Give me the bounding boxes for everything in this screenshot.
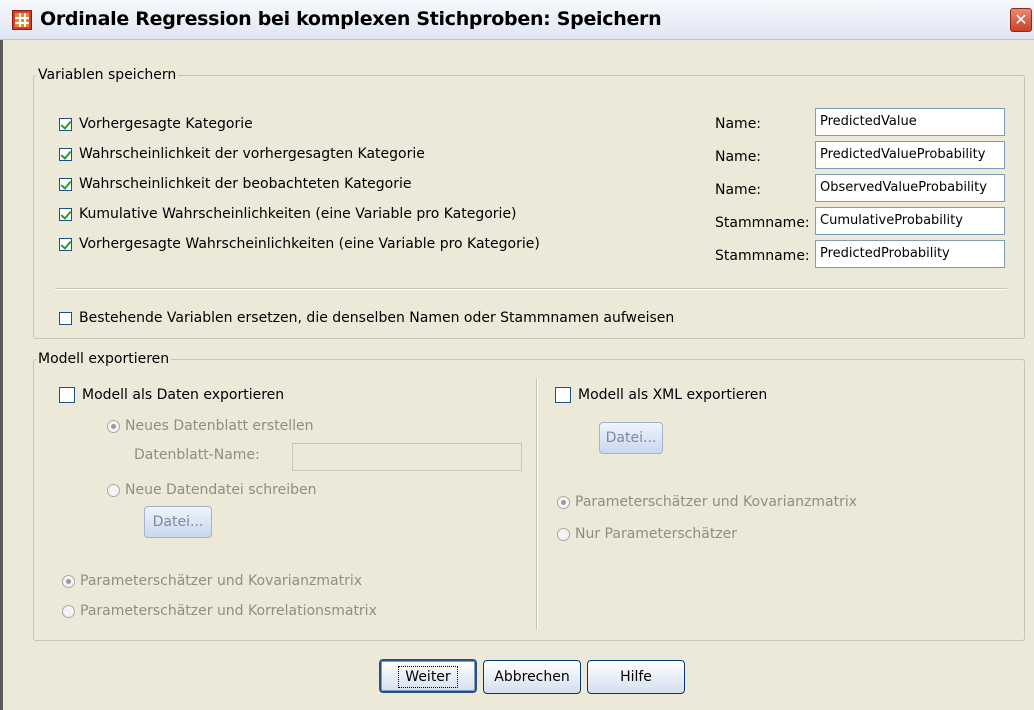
checkbox-checked-icon[interactable] [59, 237, 72, 251]
predicted-probabilities-label: Vorhergesagte Wahrscheinlichkeiten (eine… [79, 236, 540, 252]
radio-unselected-icon[interactable] [557, 527, 570, 541]
checkbox-checked-icon[interactable] [59, 117, 72, 131]
replace-existing-label: Bestehende Variablen ersetzen, die dense… [79, 310, 675, 326]
radio-xml-cov-matrix[interactable]: Parameterschätzer und Kovarianzmatrix [557, 494, 857, 510]
divider [55, 288, 1007, 290]
dataset-name-field[interactable] [292, 443, 522, 471]
continue-button[interactable]: Weiter [379, 659, 477, 693]
predicted-value-probability-name-field[interactable]: PredictedValueProbability [815, 141, 1005, 169]
predicted-probability-stem-field[interactable]: PredictedProbability [815, 240, 1005, 268]
checkbox-checked-icon[interactable] [59, 147, 72, 161]
stem-name-label-1: Stammname: [715, 215, 810, 231]
radio-selected-icon[interactable] [107, 419, 120, 433]
checkbox-unchecked-icon[interactable] [59, 387, 75, 403]
checkbox-predicted-probability[interactable]: Wahrscheinlichkeit der vorhergesagten Ka… [59, 146, 425, 162]
stem-name-label-2: Stammname: [715, 248, 810, 264]
checkbox-predicted-category[interactable]: Vorhergesagte Kategorie [59, 116, 253, 132]
new-datafile-label: Neue Datendatei schreiben [125, 482, 317, 498]
xml-params-only-label: Nur Parameterschätzer [575, 526, 738, 542]
radio-unselected-icon[interactable] [62, 604, 75, 618]
help-button[interactable]: Hilfe [587, 660, 685, 694]
export-as-data-label: Modell als Daten exportieren [82, 387, 285, 403]
checkbox-unchecked-icon[interactable] [555, 387, 571, 403]
xml-cov-matrix-label: Parameterschätzer und Kovarianzmatrix [575, 494, 858, 510]
radio-new-dataset[interactable]: Neues Datenblatt erstellen [107, 418, 313, 434]
close-button[interactable]: ✕ [1010, 8, 1032, 32]
continue-button-label: Weiter [398, 666, 458, 688]
predicted-value-name-field[interactable]: PredictedValue [815, 108, 1005, 136]
observed-value-probability-name-field[interactable]: ObservedValueProbability [815, 174, 1005, 202]
radio-selected-icon[interactable] [62, 574, 75, 588]
app-table-icon [12, 10, 32, 30]
checkbox-cumulative-probabilities[interactable]: Kumulative Wahrscheinlichkeiten (eine Va… [59, 206, 517, 222]
xml-file-button[interactable]: Datei... [599, 422, 663, 454]
radio-unselected-icon[interactable] [107, 483, 120, 497]
radio-selected-icon[interactable] [557, 495, 570, 509]
checkbox-replace-existing[interactable]: Bestehende Variablen ersetzen, die dense… [59, 310, 674, 326]
data-file-button[interactable]: Datei... [144, 506, 212, 538]
predicted-category-label: Vorhergesagte Kategorie [79, 116, 253, 132]
observed-probability-label: Wahrscheinlichkeit der beobachteten Kate… [79, 176, 412, 192]
window-title: Ordinale Regression bei komplexen Stichp… [40, 8, 662, 30]
export-as-xml-label: Modell als XML exportieren [578, 387, 768, 403]
checkbox-predicted-probabilities[interactable]: Vorhergesagte Wahrscheinlichkeiten (eine… [59, 236, 540, 252]
dialog-body: Variablen speichern Vorhergesagte Katego… [0, 40, 1034, 710]
checkbox-unchecked-icon[interactable] [59, 311, 72, 325]
radio-xml-params-only[interactable]: Nur Parameterschätzer [557, 526, 737, 542]
checkbox-export-as-data[interactable]: Modell als Daten exportieren [59, 387, 284, 403]
cancel-button[interactable]: Abbrechen [483, 660, 581, 694]
checkbox-checked-icon[interactable] [59, 207, 72, 221]
export-model-legend: Modell exportieren [38, 351, 170, 367]
predicted-probability-label: Wahrscheinlichkeit der vorhergesagten Ka… [79, 146, 425, 162]
name-label-2: Name: [715, 149, 762, 165]
checkbox-observed-probability[interactable]: Wahrscheinlichkeit der beobachteten Kate… [59, 176, 411, 192]
title-bar: Ordinale Regression bei komplexen Stichp… [0, 0, 1034, 40]
radio-new-datafile[interactable]: Neue Datendatei schreiben [107, 482, 316, 498]
vertical-divider [536, 378, 538, 630]
dataset-name-label: Datenblatt-Name: [134, 447, 260, 463]
checkbox-checked-icon[interactable] [59, 177, 72, 191]
radio-data-cov-matrix[interactable]: Parameterschätzer und Kovarianzmatrix [62, 573, 362, 589]
cumulative-probabilities-label: Kumulative Wahrscheinlichkeiten (eine Va… [79, 206, 517, 222]
radio-data-corr-matrix[interactable]: Parameterschätzer und Korrelationsmatrix [62, 603, 377, 619]
cumulative-probability-stem-field[interactable]: CumulativeProbability [815, 207, 1005, 235]
data-corr-matrix-label: Parameterschätzer und Korrelationsmatrix [80, 603, 377, 619]
data-cov-matrix-label: Parameterschätzer und Kovarianzmatrix [80, 573, 363, 589]
save-variables-legend: Variablen speichern [38, 67, 177, 83]
checkbox-export-as-xml[interactable]: Modell als XML exportieren [555, 387, 767, 403]
name-label-1: Name: [715, 116, 762, 132]
name-label-3: Name: [715, 182, 762, 198]
new-dataset-label: Neues Datenblatt erstellen [125, 418, 314, 434]
